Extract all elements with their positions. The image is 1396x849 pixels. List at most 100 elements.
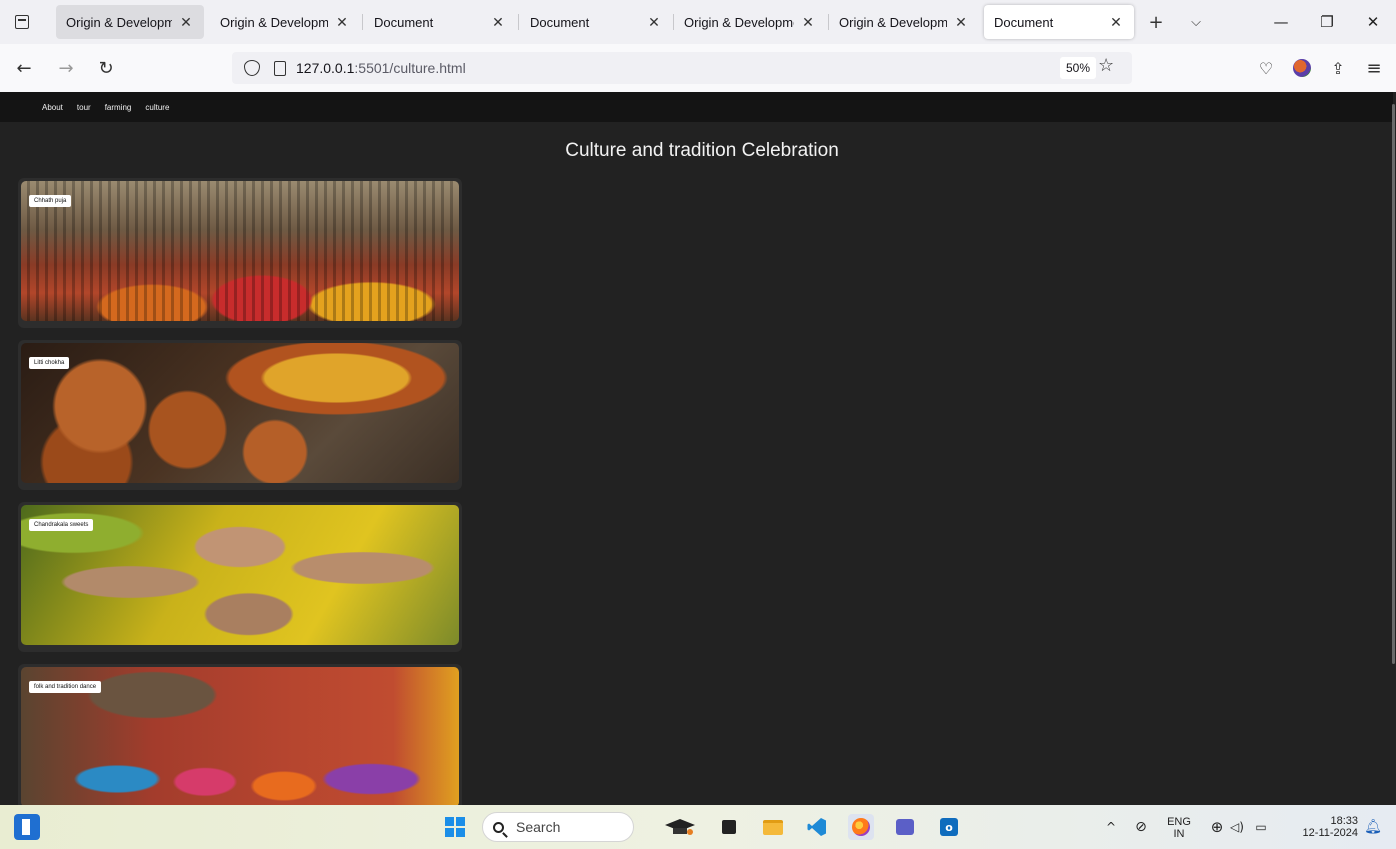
tab-3[interactable]: Document ✕: [364, 5, 516, 39]
close-icon[interactable]: ✕: [334, 14, 350, 31]
chhath-puja-image: Chhath puja: [21, 181, 459, 321]
grad-cap-shape: [665, 819, 695, 835]
new-tab-icon[interactable]: +: [1142, 8, 1170, 36]
clock-time: 18:33: [1330, 815, 1358, 827]
close-icon[interactable]: ✕: [178, 14, 194, 31]
folder-shape: [763, 819, 783, 835]
nav-link-tour[interactable]: tour: [77, 103, 91, 112]
tab-list-button[interactable]: [0, 0, 44, 44]
web-page: About tour farming culture Culture and t…: [0, 92, 1396, 805]
firefox-icon[interactable]: [848, 814, 874, 840]
battery-icon[interactable]: ▭: [1248, 814, 1274, 840]
cloud-offline-icon[interactable]: ⊘: [1128, 814, 1154, 840]
widgets-pane-shape: [22, 819, 30, 835]
tab-title: Origin & Developmen: [839, 14, 947, 30]
task-view-icon[interactable]: [716, 814, 742, 840]
tab-strip: Origin & Developme ✕ Origin & Developmen…: [0, 0, 1396, 44]
windows-start-icon[interactable]: [442, 814, 468, 840]
bookmark-star-icon[interactable]: ☆: [1098, 55, 1114, 76]
file-explorer-icon[interactable]: [760, 814, 786, 840]
tab-4[interactable]: Document ✕: [520, 5, 672, 39]
chevron-down-icon[interactable]: ⌵: [1182, 8, 1210, 36]
nav-bar: ← → ↻ 127.0.0.1:5501/culture.html 50% ☆ …: [0, 44, 1396, 92]
notification-bell-icon[interactable]: 🔔︎: [1360, 814, 1386, 840]
vscode-icon[interactable]: [804, 814, 830, 840]
card-litti-chokha[interactable]: Litti chokha: [18, 340, 462, 490]
close-icon[interactable]: ✕: [1108, 14, 1124, 31]
card-label: Litti chokha: [29, 357, 70, 369]
tab-separator: [362, 14, 363, 30]
page-info-icon[interactable]: [274, 60, 286, 76]
site-nav: About tour farming culture: [0, 92, 1393, 122]
tab-title: Document: [374, 14, 434, 30]
reload-icon[interactable]: ↻: [92, 54, 120, 82]
card-label: Chandrakala sweets: [29, 519, 94, 531]
litti-chokha-image: Litti chokha: [21, 343, 459, 483]
close-icon[interactable]: ✕: [800, 14, 816, 31]
pocket-icon[interactable]: ♡: [1252, 54, 1280, 82]
graduation-cap-icon[interactable]: [660, 814, 700, 840]
widgets-icon[interactable]: [14, 814, 40, 840]
search-icon: [493, 821, 504, 833]
page-title: Culture and tradition Celebration: [565, 140, 839, 161]
restore-icon[interactable]: ❐: [1304, 0, 1350, 44]
windows-logo: [445, 817, 465, 837]
tab-6[interactable]: Origin & Developmen ✕: [829, 5, 979, 39]
tab-title: Document: [530, 14, 590, 30]
back-arrow-icon[interactable]: ←: [10, 54, 38, 82]
teams-icon[interactable]: [892, 814, 918, 840]
card-label: Chhath puja: [29, 195, 72, 207]
forward-arrow-icon[interactable]: →: [52, 54, 80, 82]
chandrakala-sweets-image: Chandrakala sweets: [21, 505, 459, 645]
chevron-up-icon[interactable]: ^: [1098, 814, 1124, 840]
teams-logo: [896, 819, 914, 835]
taskbar-search[interactable]: Search: [482, 812, 634, 842]
task-view-shape: [722, 820, 736, 834]
tab-title: Origin & Developmen: [684, 14, 794, 30]
avatar-icon: [1293, 59, 1311, 77]
outlook-icon[interactable]: o: [936, 814, 962, 840]
tab-title: Origin & Developme: [66, 14, 172, 30]
url-host: 127.0.0.1: [296, 60, 355, 76]
extensions-icon[interactable]: ⇪: [1324, 54, 1352, 82]
language-indicator[interactable]: ENG IN: [1166, 816, 1192, 840]
tab-2[interactable]: Origin & Developmen ✕: [210, 5, 360, 39]
minimize-icon[interactable]: —: [1258, 0, 1304, 44]
clock[interactable]: 18:33 12-11-2024: [1286, 815, 1358, 839]
outlook-logo: o: [940, 818, 958, 836]
firefox-logo: [852, 818, 870, 836]
language-top: ENG: [1167, 816, 1191, 828]
tab-5[interactable]: Origin & Developmen ✕: [674, 5, 826, 39]
nav-link-culture[interactable]: culture: [145, 103, 169, 112]
nav-link-farming[interactable]: farming: [105, 103, 132, 112]
clock-date: 12-11-2024: [1302, 827, 1358, 839]
url-path: :5501/culture.html: [354, 60, 466, 76]
page-scrollbar[interactable]: [1392, 104, 1395, 664]
card-chhath-puja[interactable]: Chhath puja: [18, 178, 462, 328]
shield-icon[interactable]: [244, 60, 260, 76]
nav-link-about[interactable]: About: [42, 103, 63, 112]
zoom-level-badge[interactable]: 50%: [1060, 57, 1097, 79]
close-window-icon[interactable]: ✕: [1350, 0, 1396, 44]
menu-icon[interactable]: ≡: [1360, 54, 1388, 82]
volume-icon[interactable]: ◁): [1224, 814, 1250, 840]
tab-7-active[interactable]: Document ✕: [984, 5, 1134, 39]
search-label: Search: [516, 819, 561, 835]
close-icon[interactable]: ✕: [646, 14, 662, 31]
account-avatar[interactable]: [1288, 54, 1316, 82]
folk-dance-image: folk and tradition dance: [21, 667, 459, 805]
tab-1[interactable]: Origin & Developme ✕: [56, 5, 204, 39]
language-bottom: IN: [1173, 828, 1185, 840]
vscode-shape: [807, 818, 826, 836]
close-icon[interactable]: ✕: [953, 14, 969, 31]
card-folk-dance[interactable]: folk and tradition dance: [18, 664, 462, 805]
tab-list-icon: [15, 15, 29, 29]
taskbar: Search o ^ ⊘ ENG IN ⊕ ◁) ▭ 18:33 12-11-2…: [0, 805, 1396, 849]
card-chandrakala-sweets[interactable]: Chandrakala sweets: [18, 502, 462, 652]
card-label: folk and tradition dance: [29, 681, 102, 693]
url-bar[interactable]: 127.0.0.1:5501/culture.html 50% ☆: [232, 52, 1132, 84]
url-text[interactable]: 127.0.0.1:5501/culture.html: [296, 60, 466, 76]
close-icon[interactable]: ✕: [490, 14, 506, 31]
tab-title: Document: [994, 14, 1054, 30]
tab-title: Origin & Developmen: [220, 14, 328, 30]
